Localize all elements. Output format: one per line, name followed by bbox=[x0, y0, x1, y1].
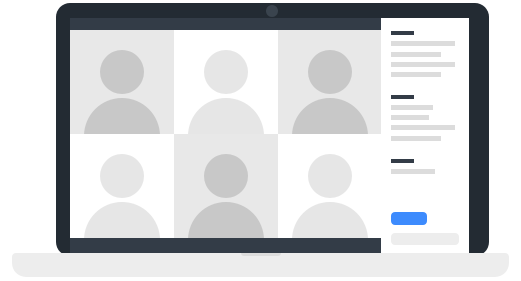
avatar-head bbox=[100, 50, 144, 94]
participant-tile[interactable] bbox=[278, 30, 381, 134]
avatar-body bbox=[84, 202, 160, 238]
avatar-head bbox=[204, 154, 248, 198]
avatar-body bbox=[291, 98, 368, 134]
avatar-head bbox=[204, 50, 248, 94]
participant-tile[interactable] bbox=[70, 134, 174, 238]
avatar-body bbox=[291, 202, 368, 238]
call-top-bar bbox=[70, 18, 381, 30]
sidebar-text-line bbox=[391, 169, 435, 174]
sidebar-text-line bbox=[391, 62, 455, 67]
call-controls-bar[interactable] bbox=[70, 238, 381, 254]
primary-action-button[interactable] bbox=[391, 212, 427, 225]
sidebar-heading bbox=[391, 95, 414, 99]
sidebar-panel bbox=[381, 18, 469, 254]
sidebar-heading bbox=[391, 31, 414, 35]
avatar-head bbox=[100, 154, 144, 198]
avatar-head bbox=[307, 154, 352, 198]
laptop-base bbox=[12, 253, 509, 277]
participant-tile[interactable] bbox=[278, 134, 381, 238]
sidebar-text-line bbox=[391, 136, 441, 141]
app-window bbox=[70, 18, 469, 254]
participant-tile[interactable] bbox=[174, 30, 278, 134]
avatar-head bbox=[307, 50, 352, 94]
sidebar-input[interactable] bbox=[391, 233, 459, 245]
sidebar-text-line bbox=[391, 115, 429, 120]
sidebar-text-line bbox=[391, 72, 441, 77]
participant-tile[interactable] bbox=[174, 134, 278, 238]
sidebar-text-line bbox=[391, 41, 455, 46]
participant-tile[interactable] bbox=[70, 30, 174, 134]
webcam-icon bbox=[266, 5, 278, 17]
avatar-body bbox=[84, 98, 160, 134]
avatar-body bbox=[188, 202, 264, 238]
sidebar-text-line bbox=[391, 125, 455, 130]
participant-grid bbox=[70, 30, 381, 238]
avatar-body bbox=[188, 98, 264, 134]
laptop-notch bbox=[241, 253, 281, 256]
sidebar-heading bbox=[391, 159, 414, 163]
sidebar-text-line bbox=[391, 105, 433, 110]
sidebar-text-line bbox=[391, 52, 441, 57]
